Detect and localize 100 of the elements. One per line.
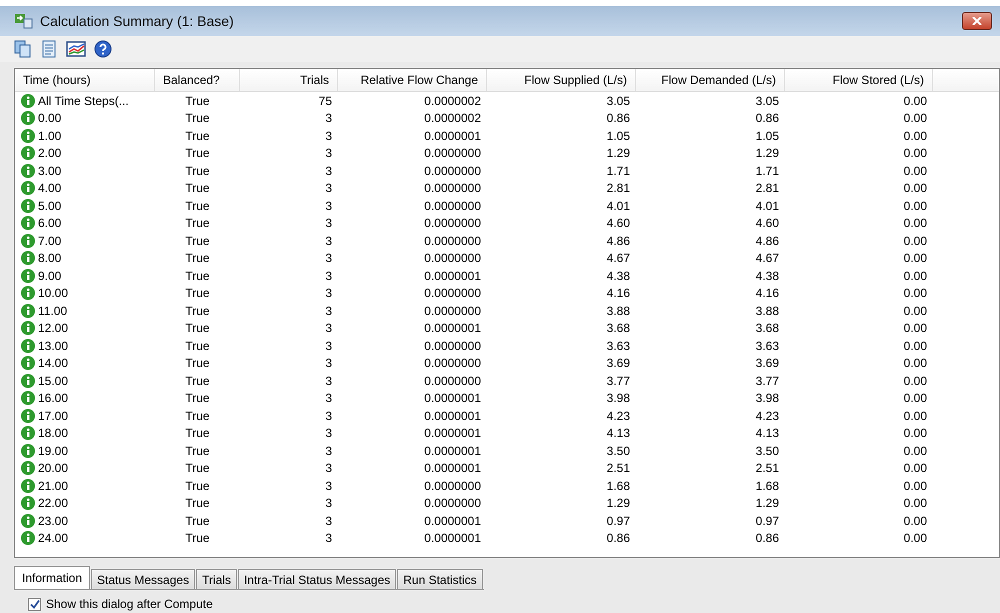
table-cell: 3	[325, 111, 332, 126]
table-cell: 3.77	[606, 374, 630, 388]
table-cell: 0.0000000	[424, 338, 481, 353]
table-cell: 0.0000000	[424, 304, 481, 318]
table-cell: 0.00	[904, 444, 927, 458]
table-cell: 3.05	[606, 94, 630, 108]
table-cell: True	[185, 338, 210, 353]
table-cell: True	[185, 356, 210, 370]
table-cell: 0.86	[606, 111, 630, 126]
table-cell: 1.00	[38, 128, 62, 143]
table-cell: 0.0000001	[424, 531, 481, 546]
copy-icon[interactable]	[14, 40, 32, 58]
tab[interactable]: Status Messages	[91, 569, 196, 589]
graph-icon[interactable]	[66, 40, 86, 58]
table-cell: 3	[325, 216, 332, 230]
table-cell: 0.0000001	[424, 426, 481, 440]
table-cell: 3	[325, 356, 332, 370]
table-cell: 4.16	[756, 286, 779, 300]
column-header[interactable]: Relative Flow Change	[338, 69, 487, 91]
table-cell: True	[185, 234, 210, 248]
table-cell: 0.86	[756, 111, 779, 126]
info-icon	[21, 496, 35, 510]
info-icon	[21, 146, 35, 160]
info-icon	[21, 461, 35, 476]
table-cell: 9.00	[38, 268, 62, 283]
table-cell: 0.00	[904, 531, 927, 546]
table-cell: 12.00	[38, 321, 68, 336]
table-cell: True	[185, 374, 210, 388]
info-icon	[21, 356, 35, 370]
table-cell: True	[185, 251, 210, 266]
table-cell: 14.00	[38, 356, 68, 370]
table-cell: 1.29	[606, 146, 630, 160]
table-cell: True	[185, 181, 210, 196]
window-title: Calculation Summary (1: Base)	[40, 13, 235, 29]
table-cell: 3.68	[606, 321, 630, 336]
table-cell: 3.50	[756, 444, 779, 458]
table-cell: 2.81	[606, 181, 630, 196]
table-cell: True	[185, 304, 210, 318]
table-cell: 2.51	[756, 461, 779, 476]
column-header[interactable]: Flow Stored (L/s)	[785, 69, 933, 91]
table-cell: 3.98	[606, 391, 630, 406]
table-cell: 0.00	[904, 391, 927, 406]
table-cell: 1.71	[606, 164, 630, 178]
table-cell: True	[185, 444, 210, 458]
table-cell: 4.23	[606, 408, 630, 423]
checkbox[interactable]	[28, 598, 41, 610]
table-cell: 0.00	[904, 234, 927, 248]
table-cell: 4.60	[756, 216, 779, 230]
column-header[interactable]: Balanced?	[155, 69, 240, 91]
table-cell: 22.00	[38, 496, 68, 510]
table-cell: 4.13	[756, 426, 779, 440]
info-icon	[21, 181, 35, 196]
table-cell: 0.0000001	[424, 391, 481, 406]
table-cell: 3	[325, 304, 332, 318]
column-header[interactable]: Time (hours)	[15, 69, 155, 91]
info-icon	[21, 286, 35, 300]
table-cell: 3	[325, 286, 332, 300]
table-cell: 0.00	[904, 321, 927, 336]
table-cell: 15.00	[38, 374, 68, 388]
table-cell: 3	[325, 268, 332, 283]
table-cell: 0.00	[904, 478, 927, 493]
table-cell: 1.68	[756, 478, 779, 493]
tab[interactable]: Run Statistics	[397, 569, 483, 589]
checkbox-label: Show this dialog after Compute	[46, 597, 213, 611]
column-header[interactable]: Flow Supplied (L/s)	[487, 69, 636, 91]
table-cell: 3	[325, 181, 332, 196]
table-cell: 0.00	[904, 216, 927, 230]
column-header[interactable]: Flow Demanded (L/s)	[636, 69, 785, 91]
table-cell: True	[185, 408, 210, 423]
column-header[interactable]: Trials	[240, 69, 338, 91]
info-icon	[21, 444, 35, 458]
help-icon[interactable]	[94, 40, 112, 58]
table-cell: 75	[318, 94, 332, 108]
table-cell: 3.77	[756, 374, 779, 388]
table-cell: 16.00	[38, 391, 68, 406]
info-icon	[21, 251, 35, 266]
tab[interactable]: Information	[14, 566, 90, 589]
info-icon	[21, 234, 35, 248]
table-cell: 0.0000001	[424, 461, 481, 476]
table-cell: 3	[325, 146, 332, 160]
table-cell: 11.00	[38, 304, 68, 318]
info-icon	[21, 268, 35, 283]
table-cell: 4.86	[756, 234, 779, 248]
tab[interactable]: Trials	[196, 569, 237, 589]
table-cell: 4.01	[606, 198, 630, 213]
info-icon	[21, 374, 35, 388]
table-cell: True	[185, 268, 210, 283]
table-cell: 3	[325, 374, 332, 388]
table-cell: True	[185, 94, 210, 108]
table-cell: 0.0000002	[424, 94, 481, 108]
tab[interactable]: Intra-Trial Status Messages	[238, 569, 396, 589]
info-icon	[21, 164, 35, 178]
table-cell: 3	[325, 478, 332, 493]
document-icon[interactable]	[40, 40, 58, 58]
table-cell: True	[185, 164, 210, 178]
table-cell: 0.00	[904, 198, 927, 213]
table-cell: 0.0000001	[424, 514, 481, 528]
table-cell: 0.00	[904, 181, 927, 196]
close-button[interactable]	[962, 12, 992, 30]
table-cell: 4.86	[606, 234, 630, 248]
